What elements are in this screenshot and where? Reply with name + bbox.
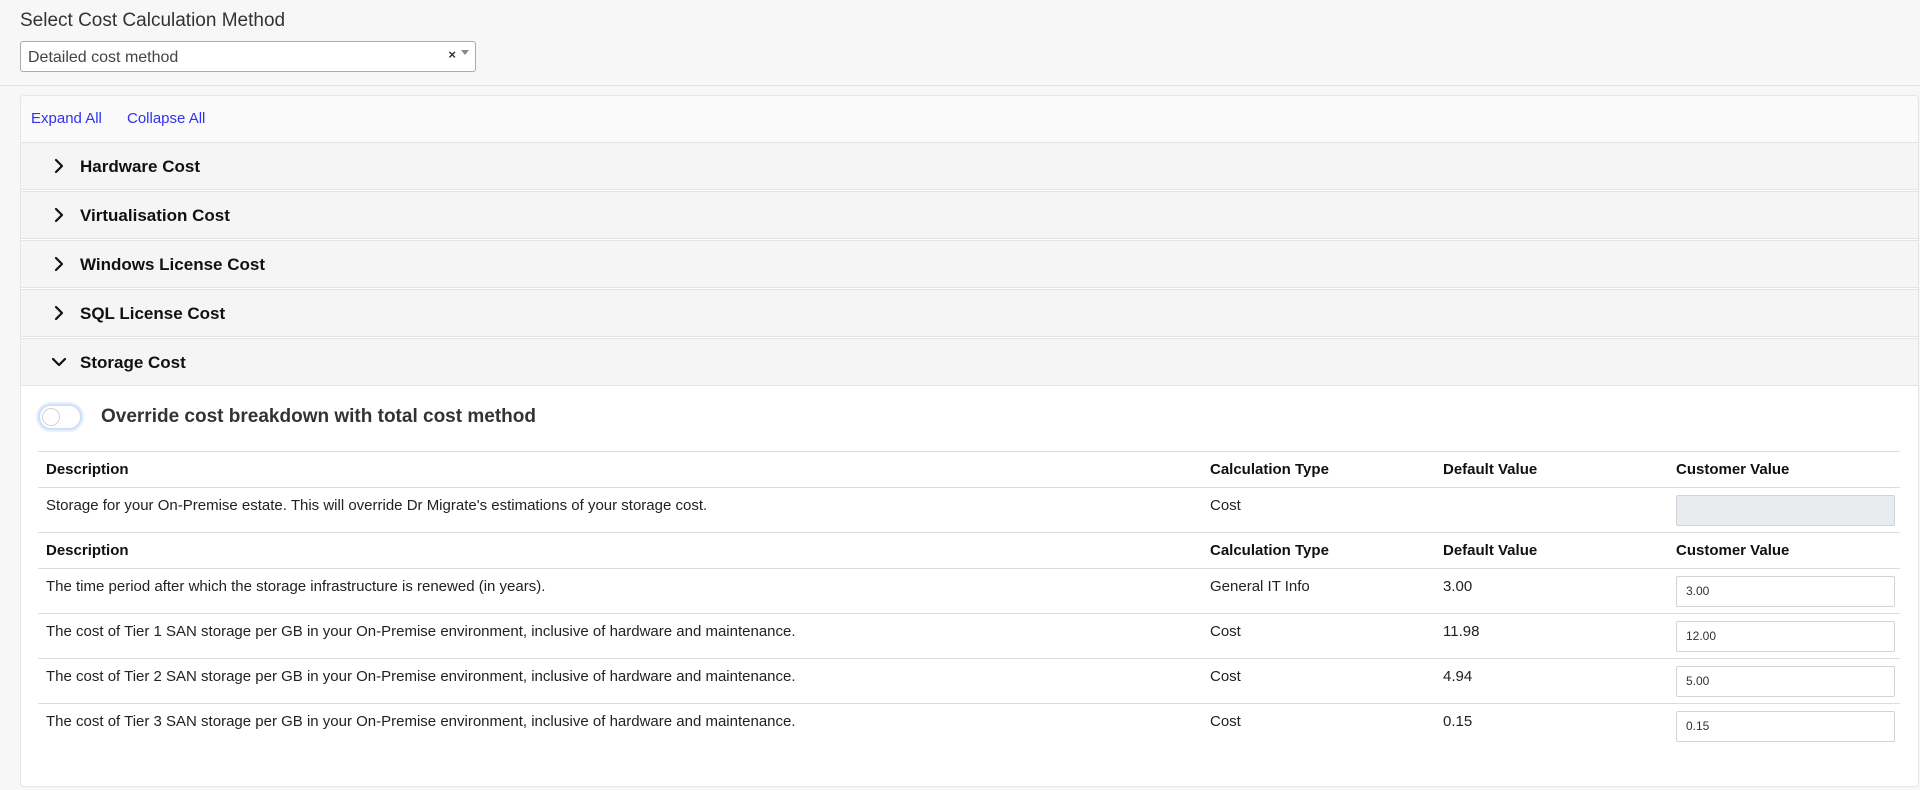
row-calculation-type: Cost <box>1210 713 1241 730</box>
section-title: SQL License Cost <box>80 304 226 323</box>
table-header-row: Description Calculation Type Default Val… <box>38 451 1900 487</box>
row-description: Storage for your On-Premise estate. This… <box>46 497 708 514</box>
section-title: Storage Cost <box>80 353 186 372</box>
clear-selection-icon[interactable]: × <box>448 47 456 62</box>
row-calculation-type: Cost <box>1210 623 1241 640</box>
override-label: Override cost breakdown with total cost … <box>101 406 536 427</box>
column-header-calculation-type: Calculation Type <box>1210 461 1329 478</box>
chevron-right-icon <box>54 256 64 272</box>
column-header-calculation-type: Calculation Type <box>1210 542 1329 559</box>
cost-method-selected-value: Detailed cost method <box>28 49 179 66</box>
table-row: The cost of Tier 2 SAN storage per GB in… <box>38 658 1900 703</box>
table-row: The cost of Tier 3 SAN storage per GB in… <box>38 703 1900 748</box>
row-calculation-type: Cost <box>1210 668 1241 685</box>
column-header-default-value: Default Value <box>1443 461 1538 478</box>
cost-method-section: Select Cost Calculation Method Detailed … <box>0 0 1920 86</box>
expand-all-link[interactable]: Expand All <box>31 110 102 127</box>
table-row: The cost of Tier 1 SAN storage per GB in… <box>38 613 1900 658</box>
cost-sections-panel: Expand All Collapse All Hardware Cost Vi… <box>20 95 1919 787</box>
section-header-storage-cost[interactable]: Storage Cost <box>21 338 1918 386</box>
cost-method-label: Select Cost Calculation Method <box>20 10 286 31</box>
column-header-customer-value: Customer Value <box>1676 542 1790 559</box>
section-header-windows-license-cost[interactable]: Windows License Cost <box>21 240 1918 288</box>
column-header-description: Description <box>46 542 129 559</box>
dropdown-caret-icon[interactable] <box>461 50 469 55</box>
section-title: Virtualisation Cost <box>80 206 230 225</box>
section-header-sql-license-cost[interactable]: SQL License Cost <box>21 289 1918 337</box>
row-description: The cost of Tier 2 SAN storage per GB in… <box>46 668 796 685</box>
chevron-right-icon <box>54 207 64 223</box>
customer-value-input <box>1676 495 1895 526</box>
override-toggle[interactable] <box>38 404 82 430</box>
chevron-down-icon <box>51 357 67 367</box>
section-title: Windows License Cost <box>80 255 265 274</box>
row-description: The cost of Tier 1 SAN storage per GB in… <box>46 623 796 640</box>
expand-collapse-bar: Expand All Collapse All <box>21 96 1918 142</box>
row-default-value: 0.15 <box>1443 713 1473 730</box>
row-description: The time period after which the storage … <box>46 578 546 595</box>
section-header-hardware-cost[interactable]: Hardware Cost <box>21 142 1918 190</box>
table-header-row: Description Calculation Type Default Val… <box>38 532 1900 568</box>
row-description: The cost of Tier 3 SAN storage per GB in… <box>46 713 796 730</box>
column-header-default-value: Default Value <box>1443 542 1538 559</box>
customer-value-input[interactable]: 0.15 <box>1676 711 1895 742</box>
section-title: Hardware Cost <box>80 157 200 176</box>
column-header-customer-value: Customer Value <box>1676 461 1790 478</box>
table-row: The time period after which the storage … <box>38 568 1900 613</box>
cost-method-select[interactable]: Detailed cost method × <box>20 41 476 72</box>
chevron-right-icon <box>54 158 64 174</box>
row-default-value: 11.98 <box>1443 623 1480 640</box>
collapse-all-link[interactable]: Collapse All <box>127 110 205 127</box>
chevron-right-icon <box>54 305 64 321</box>
row-default-value: 4.94 <box>1443 668 1473 685</box>
row-calculation-type: General IT Info <box>1210 578 1310 595</box>
customer-value-input[interactable]: 12.00 <box>1676 621 1895 652</box>
row-calculation-type: Cost <box>1210 497 1241 514</box>
row-default-value: 3.00 <box>1443 578 1473 595</box>
column-header-description: Description <box>46 461 129 478</box>
customer-value-input[interactable]: 3.00 <box>1676 576 1895 607</box>
section-header-virtualisation-cost[interactable]: Virtualisation Cost <box>21 191 1918 239</box>
table-row: Storage for your On-Premise estate. This… <box>38 487 1900 532</box>
customer-value-input[interactable]: 5.00 <box>1676 666 1895 697</box>
storage-cost-table: Description Calculation Type Default Val… <box>38 451 1900 748</box>
toggle-knob <box>42 408 60 426</box>
